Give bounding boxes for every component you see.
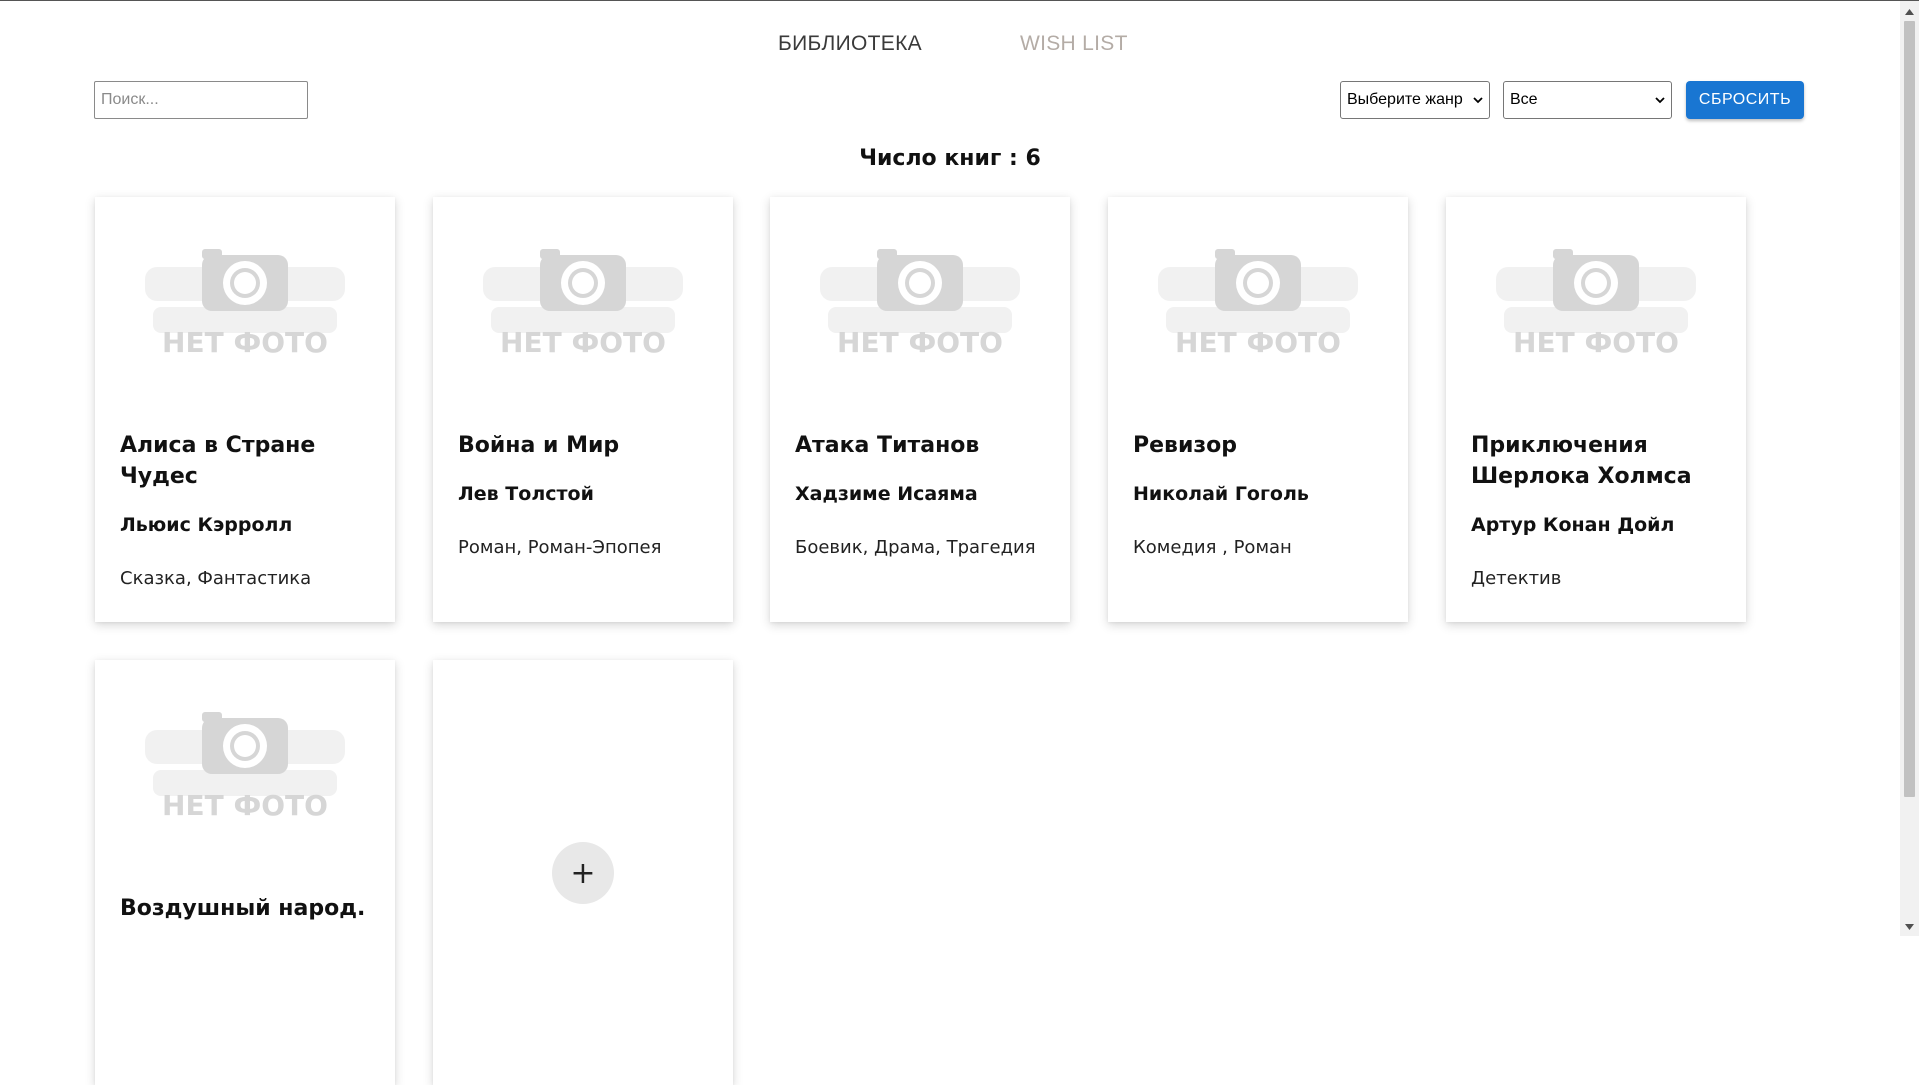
scrollbar-thumb[interactable] <box>1904 21 1915 797</box>
book-title: Война и Мир <box>458 433 620 458</box>
no-photo-label: НЕТ ФОТО <box>1175 326 1341 359</box>
book-title: Приключения Шерлока Холмса <box>1471 433 1692 489</box>
book-genres: Роман, Роман-Эпопея <box>458 537 662 558</box>
camera-icon: НЕТ ФОТО <box>820 249 1020 359</box>
book-count: Число книг : 6 <box>859 146 1041 171</box>
plus-icon[interactable]: + <box>552 842 614 904</box>
book-author: Артур Конан Дойл <box>1471 514 1675 536</box>
status-select[interactable]: Все <box>1503 81 1672 119</box>
book-card[interactable]: НЕТ ФОТО Приключения Шерлока Холмса Арту… <box>1446 197 1746 622</box>
book-author: Николай Гоголь <box>1133 483 1309 505</box>
chevron-down-icon <box>1473 97 1483 104</box>
window-top-border <box>0 0 1919 1</box>
no-photo-label: НЕТ ФОТО <box>837 326 1003 359</box>
book-genres: Детектив <box>1471 568 1562 589</box>
genre-select-value: Выберите жанр <box>1347 91 1463 108</box>
book-card[interactable]: НЕТ ФОТО Воздушный народ. <box>95 660 395 1085</box>
book-author: Хадзиме Исаяма <box>795 483 978 505</box>
book-genres: Боевик, Драма, Трагедия <box>795 537 1036 558</box>
scroll-down-arrow-icon[interactable] <box>1900 918 1919 935</box>
book-title: Воздушный народ. <box>120 896 366 921</box>
status-select-value: Все <box>1510 91 1538 108</box>
reset-button[interactable]: СБРОСИТЬ <box>1686 81 1804 119</box>
add-book-card: + <box>433 660 733 1085</box>
no-photo-label: НЕТ ФОТО <box>162 326 328 359</box>
book-card[interactable]: НЕТ ФОТО Атака Титанов Хадзиме Исаяма Бо… <box>770 197 1070 622</box>
book-author: Льюис Кэрролл <box>120 514 293 536</box>
tab-library[interactable]: БИБЛИОТЕКА <box>778 32 922 56</box>
book-title: Ревизор <box>1133 433 1238 458</box>
search-input[interactable] <box>94 81 308 119</box>
camera-icon: НЕТ ФОТО <box>1158 249 1358 359</box>
book-card[interactable]: НЕТ ФОТО Алиса в Стране Чудес Льюис Кэрр… <box>95 197 395 622</box>
book-card[interactable]: НЕТ ФОТО Ревизор Николай Гоголь Комедия … <box>1108 197 1408 622</box>
book-title: Алиса в Стране Чудес <box>120 433 316 489</box>
book-author: Лев Толстой <box>458 483 594 505</box>
camera-icon: НЕТ ФОТО <box>145 712 345 822</box>
scroll-up-arrow-icon[interactable] <box>1900 3 1919 20</box>
no-photo-label: НЕТ ФОТО <box>1513 326 1679 359</box>
chevron-down-icon <box>1655 97 1665 104</box>
vertical-scrollbar[interactable] <box>1900 1 1919 936</box>
book-title: Атака Титанов <box>795 433 980 458</box>
book-card[interactable]: НЕТ ФОТО Война и Мир Лев Толстой Роман, … <box>433 197 733 622</box>
camera-icon: НЕТ ФОТО <box>1496 249 1696 359</box>
top-nav: БИБЛИОТЕКА WISH LIST <box>0 32 1900 66</box>
camera-icon: НЕТ ФОТО <box>483 249 683 359</box>
tab-wishlist[interactable]: WISH LIST <box>1020 32 1128 56</box>
no-photo-label: НЕТ ФОТО <box>500 326 666 359</box>
no-photo-label: НЕТ ФОТО <box>162 789 328 822</box>
book-genres: Сказка, Фантастика <box>120 568 312 589</box>
genre-select[interactable]: Выберите жанр <box>1340 81 1490 119</box>
book-genres: Комедия , Роман <box>1133 537 1292 558</box>
camera-icon: НЕТ ФОТО <box>145 249 345 359</box>
